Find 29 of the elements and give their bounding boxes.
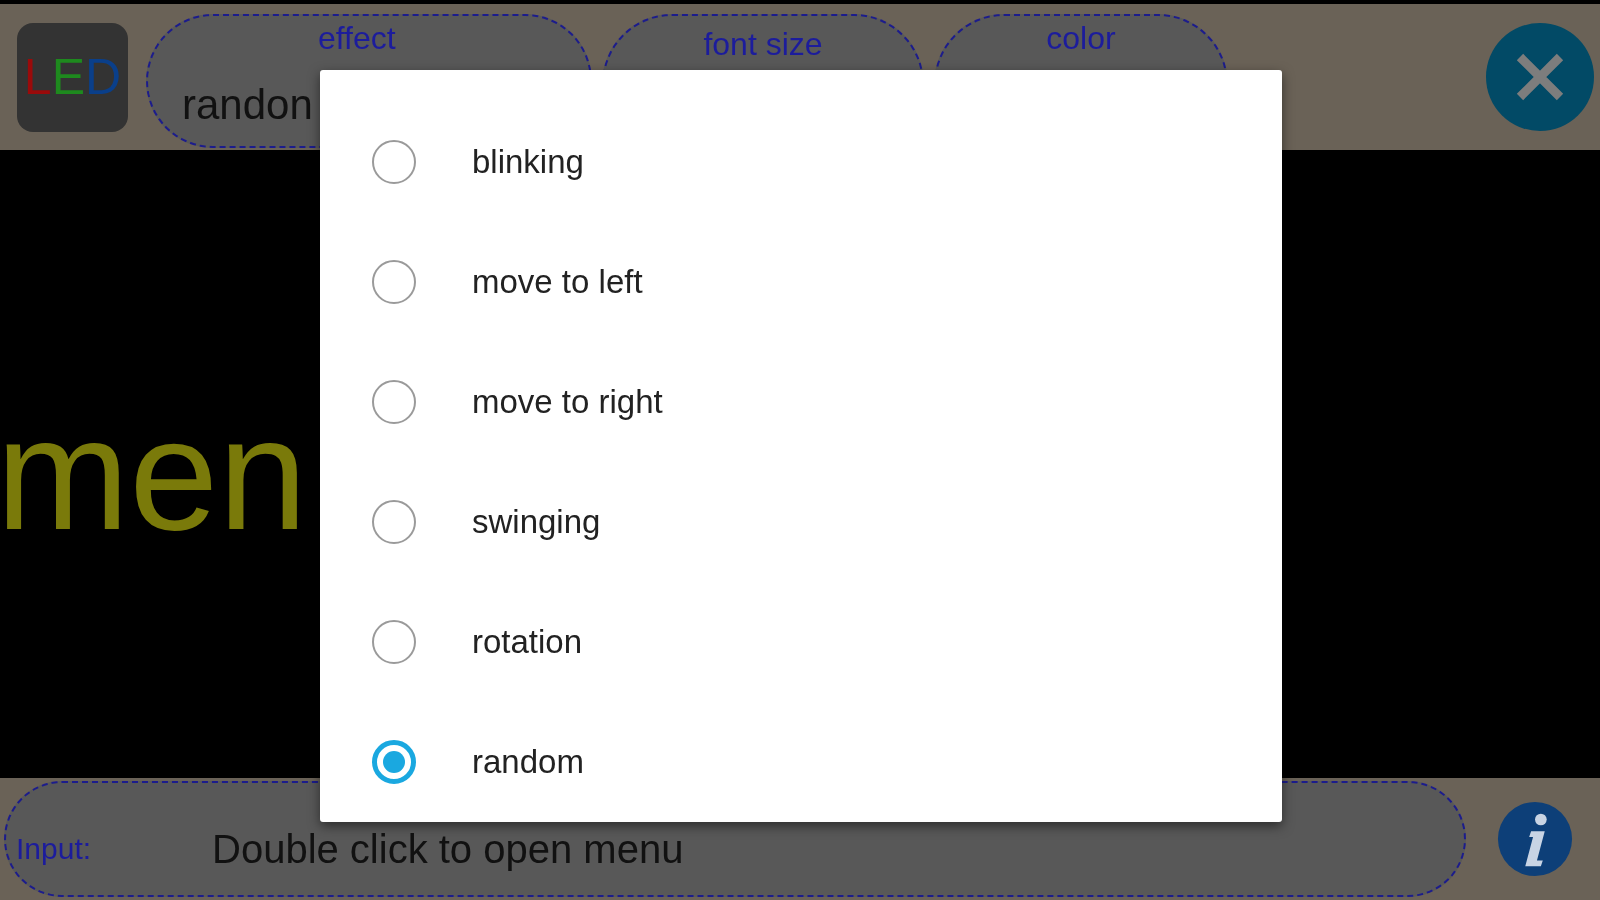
radio-option[interactable]: move to left (372, 222, 643, 342)
info-icon[interactable] (1496, 800, 1574, 878)
radio-option[interactable]: move to right (372, 342, 663, 462)
option-label: random (472, 743, 584, 781)
radio-button[interactable] (372, 620, 416, 664)
radio-button[interactable] (372, 740, 416, 784)
radio-button[interactable] (372, 500, 416, 544)
input-value: Double click to open menu (212, 826, 684, 872)
option-label: move to left (472, 263, 643, 301)
option-label: move to right (472, 383, 663, 421)
tab-value: randon (182, 81, 313, 129)
option-label: rotation (472, 623, 583, 661)
display-text: men (0, 394, 308, 554)
tab-label: color (1046, 20, 1116, 57)
tab-label: font size (703, 26, 823, 63)
close-icon[interactable] (1486, 23, 1594, 131)
radio-option[interactable]: rotation (372, 582, 583, 702)
radio-button[interactable] (372, 140, 416, 184)
radio-button[interactable] (372, 380, 416, 424)
option-label: swinging (472, 503, 601, 541)
logo-letter: D (85, 52, 122, 102)
radio-option[interactable]: swinging (372, 462, 601, 582)
option-label: blinking (472, 143, 584, 181)
input-label: Input: (16, 832, 93, 866)
tab-label: effect (318, 20, 396, 57)
logo-letter: L (23, 52, 52, 102)
logo-letter: E (51, 52, 86, 102)
radio-button[interactable] (372, 260, 416, 304)
radio-option[interactable]: blinking (372, 102, 584, 222)
